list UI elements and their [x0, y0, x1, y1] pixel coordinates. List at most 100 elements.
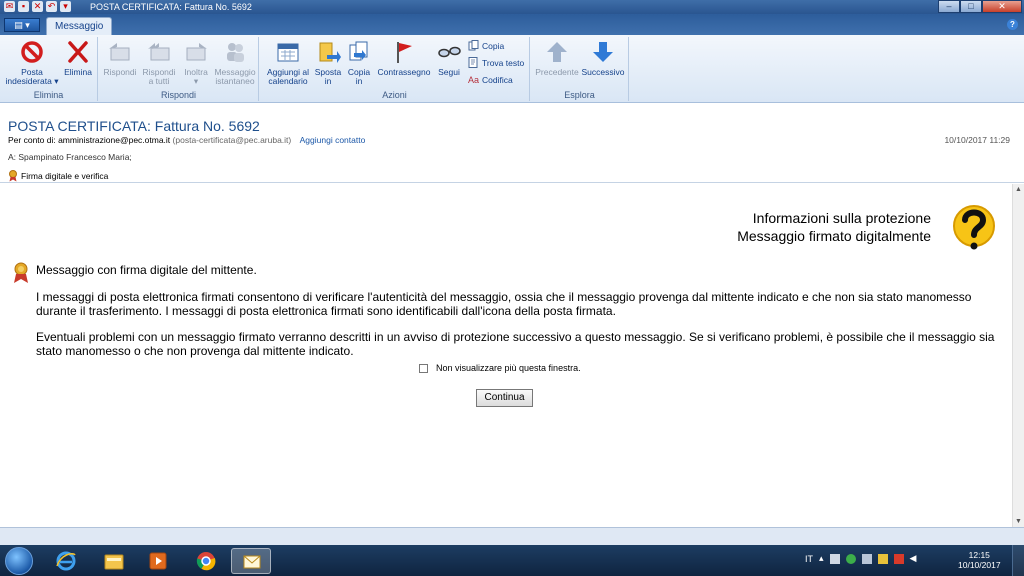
- taskbar: IT ▴ ◀ 12:15 10/10/2017: [0, 545, 1024, 576]
- reply-all-button[interactable]: Rispondi a tutti: [139, 39, 179, 86]
- signed-message-notice: Messaggio con firma digitale del mittent…: [36, 263, 257, 277]
- calendar-icon: [277, 43, 299, 62]
- signed-message-explanation: I messaggi di posta elettronica firmati …: [36, 290, 972, 318]
- tab-messaggio[interactable]: Messaggio: [46, 17, 113, 35]
- dont-show-again-checkbox[interactable]: Non visualizzare più questa finestra.: [419, 363, 581, 373]
- scroll-down-icon[interactable]: ▼: [1015, 518, 1022, 525]
- network-icon[interactable]: [861, 553, 872, 564]
- signed-message-warning: Eventuali problemi con un messaggio firm…: [36, 330, 995, 358]
- status-bar: [0, 527, 1024, 545]
- ribbon: Posta indesiderata ▾ Elimina Elimina Ris…: [0, 35, 1024, 103]
- taskbar-explorer[interactable]: [94, 548, 134, 574]
- show-desktop-button[interactable]: [1012, 545, 1024, 576]
- glasses-icon: [438, 46, 461, 58]
- continue-button[interactable]: Continua: [476, 389, 533, 407]
- forward-button[interactable]: Inoltra ▾: [179, 39, 213, 86]
- arrow-up-icon: [547, 42, 567, 62]
- copy-button[interactable]: Copia: [468, 40, 504, 51]
- group-elimina: Posta indesiderata ▾ Elimina Elimina: [0, 37, 98, 101]
- clock[interactable]: 12:15 10/10/2017: [958, 550, 1001, 570]
- group-rispondi: Rispondi Rispondi a tutti Inoltra ▾ Messa…: [99, 37, 259, 101]
- signature-status[interactable]: Firma digitale e verifica: [8, 170, 108, 182]
- minimize-button[interactable]: –: [938, 0, 960, 13]
- move-to-button[interactable]: Sposta in: [314, 39, 342, 86]
- delete-icon[interactable]: ✕: [32, 1, 43, 12]
- message-subject: POSTA CERTIFICATA: Fattura No. 5692: [8, 118, 260, 134]
- instant-message-button[interactable]: Messaggio istantaneo: [213, 39, 257, 86]
- svg-text:Aa: Aa: [468, 75, 479, 85]
- people-icon: [227, 43, 244, 62]
- chrome-icon: [196, 552, 216, 571]
- maximize-button[interactable]: □: [960, 0, 982, 13]
- internet-explorer-icon: [56, 551, 76, 571]
- window-title: POSTA CERTIFICATA: Fattura No. 5692: [90, 2, 252, 12]
- delete-x-icon: [68, 41, 88, 63]
- copy-folder-icon: [349, 41, 368, 61]
- checkbox-box[interactable]: [419, 363, 428, 373]
- block-icon: [21, 41, 43, 63]
- group-label-elimina: Elimina: [33, 90, 64, 100]
- copy-to-button[interactable]: Copia in: [344, 39, 374, 86]
- folder-icon: [104, 554, 124, 570]
- find-text-button[interactable]: Trova testo: [468, 57, 524, 68]
- undo-icon[interactable]: ↶: [46, 1, 57, 12]
- scroll-up-icon[interactable]: ▲: [1015, 186, 1022, 193]
- previous-button[interactable]: Precedente: [535, 39, 579, 77]
- add-contact-link[interactable]: Aggiungi contatto: [300, 135, 366, 145]
- ribbon-tab-row: ▤ ▾ Messaggio ?: [0, 14, 1024, 35]
- taskbar-chrome[interactable]: [186, 548, 226, 574]
- group-esplora: Precedente Successivo Esplora: [531, 37, 629, 101]
- certificate-ribbon-icon: [9, 170, 17, 182]
- dropdown-icon[interactable]: ▾: [60, 1, 71, 12]
- group-azioni: Aggiungi al calendario Sposta in Copia i…: [260, 37, 530, 101]
- title-bar: ✉ ▪ ✕ ↶ ▾ POSTA CERTIFICATA: Fattura No.…: [0, 0, 1024, 14]
- encoding-button[interactable]: Aa Codifica: [468, 74, 513, 86]
- sync-icon[interactable]: [877, 553, 888, 564]
- volume-icon[interactable]: ◀: [910, 553, 917, 564]
- reply-button[interactable]: Rispondi: [101, 39, 139, 77]
- media-player-icon: [149, 552, 167, 570]
- reply-all-icon: [148, 43, 170, 61]
- start-button[interactable]: [5, 547, 33, 575]
- sender-address: (posta-certificata@pec.aruba.it): [172, 135, 292, 145]
- message-date: 10/10/2017 11:29: [944, 135, 1010, 145]
- delete-button[interactable]: Elimina: [60, 39, 96, 77]
- move-folder-icon: [319, 42, 341, 63]
- question-mark-icon: [953, 205, 995, 250]
- language-indicator[interactable]: IT: [805, 554, 813, 564]
- next-button[interactable]: Successivo: [581, 39, 625, 77]
- tray-expand-icon[interactable]: ▴: [819, 553, 824, 564]
- taskbar-ie[interactable]: [46, 548, 86, 574]
- forward-icon: [186, 43, 207, 61]
- junk-mail-button[interactable]: Posta indesiderata ▾: [4, 39, 60, 86]
- arrow-down-icon: [593, 42, 613, 62]
- outlook-taskbar-icon: [243, 555, 261, 569]
- copy-icon: [468, 40, 479, 51]
- action-center-icon[interactable]: [893, 553, 904, 564]
- sender-line: Per conto di: amministrazione@pec.otma.i…: [8, 135, 365, 145]
- help-icon[interactable]: ?: [1007, 19, 1018, 30]
- system-tray: IT ▴ ◀: [805, 553, 916, 564]
- encoding-icon: Aa: [468, 75, 479, 85]
- sender-name[interactable]: Per conto di: amministrazione@pec.otma.i…: [8, 135, 170, 145]
- close-button[interactable]: ✕: [982, 0, 1022, 13]
- group-label-rispondi: Rispondi: [160, 90, 197, 100]
- taskbar-outlook[interactable]: [231, 548, 271, 574]
- keyboard-icon[interactable]: [829, 553, 840, 564]
- save-icon[interactable]: ▪: [18, 1, 29, 12]
- add-to-calendar-button[interactable]: Aggiungi al calendario: [262, 39, 314, 86]
- group-label-azioni: Azioni: [382, 90, 407, 100]
- quick-access-toolbar: ✉ ▪ ✕ ↶ ▾: [4, 1, 71, 12]
- follow-button[interactable]: Segui: [434, 39, 464, 77]
- taskbar-media-player[interactable]: [138, 548, 178, 574]
- office-menu-button[interactable]: ▤ ▾: [4, 18, 40, 32]
- flag-button[interactable]: Contrassegno: [376, 39, 432, 77]
- outlook-icon[interactable]: ✉: [4, 1, 15, 12]
- message-body: Informazioni sulla protezione Messaggio …: [0, 184, 1012, 524]
- message-header: POSTA CERTIFICATA: Fattura No. 5692 Per …: [0, 103, 1024, 183]
- security-tray-icon[interactable]: [845, 553, 856, 564]
- security-info-title: Informazioni sulla protezione Messaggio …: [737, 210, 931, 244]
- vertical-scrollbar[interactable]: ▲ ▼: [1012, 184, 1024, 527]
- certificate-ribbon-large-icon: [14, 262, 28, 283]
- recipient-line[interactable]: A: Spampinato Francesco Maria;: [8, 152, 132, 162]
